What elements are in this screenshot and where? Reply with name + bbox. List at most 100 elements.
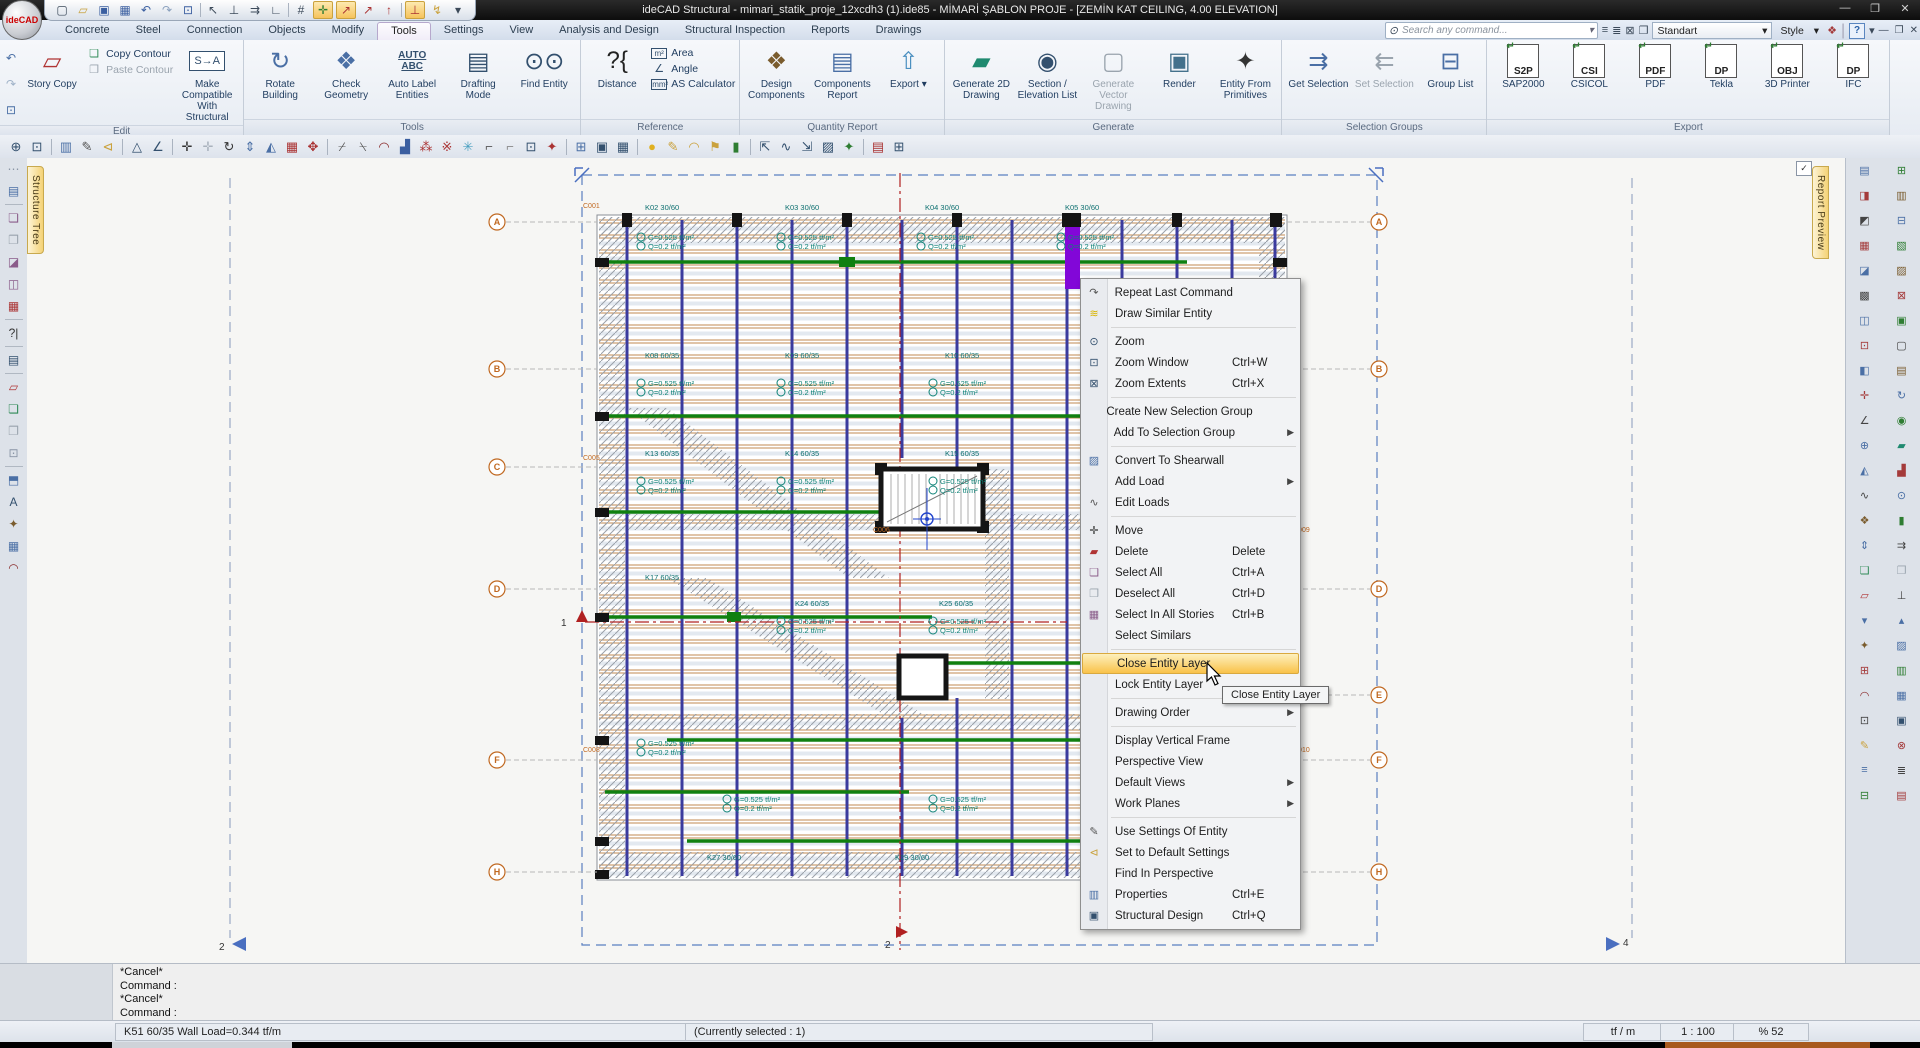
wand-icon[interactable]: ✦ [542,137,562,156]
move-icon[interactable]: ✛ [177,137,197,156]
menu-item-work-planes[interactable]: Work Planes▶ [1081,793,1300,814]
style-paint-icon[interactable]: ❖ [1827,24,1837,37]
menu-item-convert-to-shearwall[interactable]: ▨Convert To Shearwall [1081,450,1300,471]
status-unit[interactable]: tf / m [1583,1023,1663,1041]
dome-icon[interactable]: ◠ [374,137,394,156]
area-button[interactable]: m²Area [651,47,735,59]
menu-item-use-settings-of-entity[interactable]: ✎Use Settings Of Entity [1081,821,1300,842]
right-toolbar-icon[interactable]: ▨ [1893,637,1911,653]
save-all-icon[interactable]: ▦ [116,2,134,18]
paste-ref-icon[interactable]: ⊡ [4,444,24,462]
copy-icon[interactable]: ❏ [4,400,24,418]
menu-item-structural-design[interactable]: ▣Structural DesignCtrl+Q [1081,905,1300,926]
get-selection-button[interactable]: ⇉Get Selection [1286,43,1350,119]
right-toolbar-icon[interactable]: ▦ [1856,237,1874,253]
right-toolbar-icon[interactable]: ✛ [1856,387,1874,403]
edit-undo-icon[interactable]: ↶ [6,51,16,65]
right-toolbar-icon[interactable]: ▤ [1893,787,1911,803]
maximize-button[interactable]: ❐ [1864,2,1886,15]
polar-tracking-icon[interactable]: ↑ [380,2,398,18]
rotate-building-button[interactable]: ↻Rotate Building [248,43,312,119]
right-toolbar-icon[interactable]: ◉ [1893,412,1911,428]
copy-contour-button[interactable]: ❏Copy Contour [86,47,173,60]
quick-command-icon[interactable]: ↯ [428,2,446,18]
chamfer-icon[interactable]: ⌐ [500,137,520,156]
mirror-vertical-icon[interactable]: ⇕ [240,137,260,156]
right-toolbar-icon[interactable]: ◨ [1856,187,1874,203]
ortho-icon[interactable]: ⊥ [405,1,425,19]
status-zoom-level[interactable]: % 52 [1733,1023,1809,1041]
right-toolbar-icon[interactable]: ◧ [1856,362,1874,378]
polyline-icon[interactable]: ⇱ [755,137,775,156]
grid2-icon[interactable]: ▦ [4,537,24,555]
right-toolbar-icon[interactable]: ◪ [1856,262,1874,278]
menu-item-display-vertical-frame[interactable]: Display Vertical Frame [1081,730,1300,751]
tab-connection[interactable]: Connection [174,22,256,40]
stretch-icon[interactable]: ▦ [282,137,302,156]
region-icon[interactable]: ⊡ [521,137,541,156]
export-3d-printer-button[interactable]: OBJ3D Printer [1755,43,1819,119]
right-toolbar-icon[interactable]: ⊟ [1893,212,1911,228]
save-icon[interactable]: ▣ [95,2,113,18]
right-toolbar-icon[interactable]: ⊗ [1893,737,1911,753]
flag-icon[interactable]: ⚑ [705,137,725,156]
menu-item-repeat-last-command[interactable]: ↷Repeat Last Command [1081,282,1300,303]
right-toolbar-icon[interactable]: ▱ [1856,587,1874,603]
design-components-button[interactable]: ❖Design Components [744,43,808,119]
mirror-icon[interactable]: ◭ [261,137,281,156]
angle-button[interactable]: ∠Angle [651,62,735,75]
menu-item-select-in-all-stories[interactable]: ▦Select In All StoriesCtrl+B [1081,604,1300,625]
right-toolbar-icon[interactable]: ▴ [1893,612,1911,628]
report-preview-tab[interactable]: Report Preview [1812,166,1829,259]
table-icon[interactable]: ⊞ [889,137,909,156]
generate-2d-drawing-button[interactable]: ▰Generate 2D Drawing [949,43,1013,119]
tab-structural-inspection[interactable]: Structural Inspection [672,22,798,40]
lightbulb-icon[interactable]: ● [642,137,662,156]
mdi-close-button[interactable]: ✕ [1910,25,1918,36]
right-toolbar-icon[interactable]: ▣ [1893,312,1911,328]
snap-cross-icon[interactable]: ✳ [458,137,478,156]
zoom-window-icon[interactable]: ⊡ [27,137,47,156]
paste-icon[interactable]: ❐ [4,422,24,440]
export-ifc-button[interactable]: DPIFC [1821,43,1885,119]
box-3d-icon[interactable]: ⬒ [4,471,24,489]
snap-perpendicular-icon[interactable]: ⊥ [225,2,243,18]
measure-ruler-icon[interactable]: ▥ [56,137,76,156]
command-panel[interactable]: *Cancel*Command :*Cancel*Command : [0,963,1920,1021]
auto-label-entities-button[interactable]: AUTO ABCAuto Label Entities [380,43,444,119]
export-sap2000-button[interactable]: S2PSAP2000 [1491,43,1555,119]
story-copy-icon[interactable]: ▱ [4,378,24,396]
story-copy-button[interactable]: ▱Story Copy [20,43,84,125]
export-tekla-button[interactable]: DPTekla [1689,43,1753,119]
menu-item-zoom[interactable]: ⊙Zoom [1081,331,1300,352]
right-toolbar-icon[interactable]: ▮ [1893,512,1911,528]
drawing-canvas[interactable]: ABCDFHABDEFH K02 30/60K03 30/60K04 30/60… [27,158,1846,963]
right-toolbar-icon[interactable]: ▰ [1893,437,1911,453]
right-toolbar-icon[interactable]: ⇕ [1856,537,1874,553]
window-layout-icon[interactable]: ❐ [1639,24,1649,37]
menu-item-default-views[interactable]: Default Views▶ [1081,772,1300,793]
right-toolbar-icon[interactable]: ✦ [1856,637,1874,653]
menu-item-zoom-extents[interactable]: ⊠Zoom ExtentsCtrl+X [1081,373,1300,394]
report-icon[interactable]: ▤ [4,351,24,369]
menu-item-add-to-selection-group[interactable]: Add To Selection Group▶ [1081,422,1300,443]
scale-icon[interactable]: ✥ [303,137,323,156]
structure-tree-tab[interactable]: Structure Tree [27,166,44,254]
wand2-icon[interactable]: ✦ [4,515,24,533]
right-toolbar-icon[interactable]: ⇉ [1893,537,1911,553]
right-toolbar-icon[interactable]: ∠ [1856,412,1874,428]
auto-label-icon[interactable]: A [4,493,24,511]
extend-icon[interactable]: ⍀ [353,137,373,156]
break-icon[interactable]: ⁂ [416,137,436,156]
right-toolbar-icon[interactable]: ≣ [1893,762,1911,778]
canvas-collapse-button[interactable]: ✓ [1796,161,1812,176]
menu-item-edit-loads[interactable]: ∿Edit Loads [1081,492,1300,513]
menu-item-delete[interactable]: ▰DeleteDelete [1081,541,1300,562]
dome2-icon[interactable]: ◠ [684,137,704,156]
make-compatible-button[interactable]: S→AMake Compatible With Structural [175,43,239,125]
menu-item-set-to-default-settings[interactable]: ⊲Set to Default Settings [1081,842,1300,863]
find-entity-button[interactable]: ⊙⊙Find Entity [512,43,576,119]
select-arrow-icon[interactable]: ↖ [204,2,222,18]
hatch-icon[interactable]: ▨ [818,137,838,156]
tab-view[interactable]: View [497,22,547,40]
